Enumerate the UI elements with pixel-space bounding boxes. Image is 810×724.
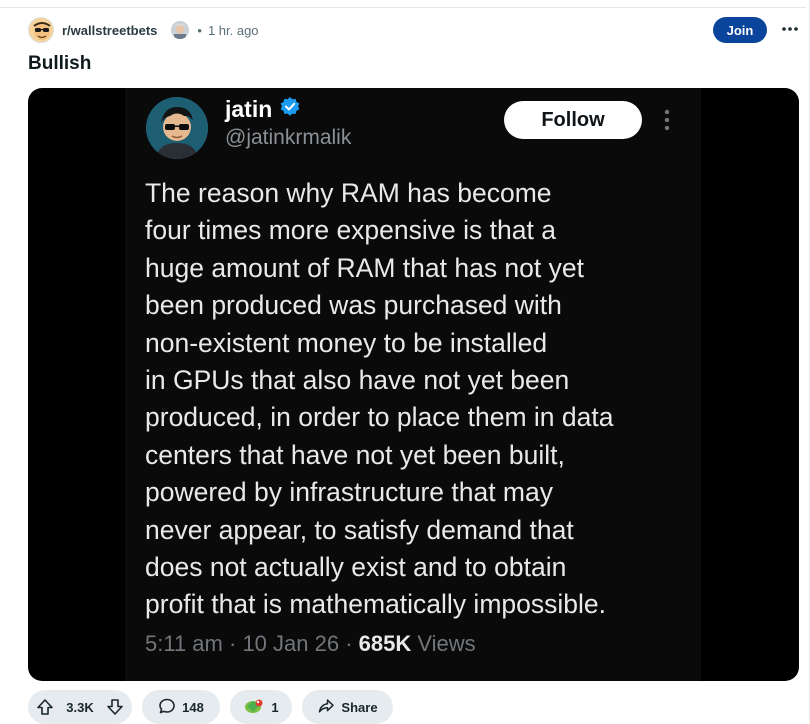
post-action-bar: 3.3K 148 1 Share [28, 690, 393, 724]
tweet-views-count: 685K [358, 631, 412, 656]
vote-control: 3.3K [28, 690, 132, 724]
meta-separator: • [197, 22, 202, 38]
tweet-line: The reason why RAM has become [145, 178, 552, 208]
tweet-avatar [146, 97, 208, 159]
tweet-meta-separator: · [345, 631, 353, 656]
subreddit-avatar[interactable] [28, 17, 54, 43]
share-label: Share [341, 699, 378, 715]
post-media[interactable]: jatin @jatinkrmalik Follow The reason wh… [28, 88, 799, 681]
verified-badge-icon [279, 96, 301, 123]
post-header: r/wallstreetbets • 1 hr. ago [28, 16, 259, 44]
top-divider [0, 7, 806, 8]
vote-count: 3.3K [66, 699, 94, 715]
tweet-meta: 5:11 am · 10 Jan 26 · 685K Views [145, 631, 476, 657]
upvote-icon[interactable] [36, 698, 54, 716]
comment-icon [158, 697, 176, 718]
tweet-line: been produced was purchased with [145, 290, 562, 321]
downvote-icon[interactable] [106, 698, 124, 716]
tweet-line: four times more expensive is that a [145, 215, 556, 246]
subreddit-name[interactable]: r/wallstreetbets [62, 23, 157, 38]
share-icon [317, 697, 335, 718]
join-button[interactable]: Join [713, 17, 767, 43]
tweet-time: 5:11 am [145, 631, 223, 656]
tweet-line: produced, in order to place them in data [145, 402, 614, 433]
tweet-line: huge amount of RAM that has not yet [145, 252, 584, 283]
follow-button: Follow [504, 101, 642, 139]
tweet-line: profit that is mathematically impossible… [145, 589, 606, 620]
more-options-icon[interactable] [779, 16, 801, 42]
tweet-line: never appear, to satisfy demand that [145, 514, 574, 545]
tweet-card: jatin @jatinkrmalik Follow The reason wh… [125, 88, 701, 681]
tweet-meta-separator: · [228, 631, 237, 656]
award-count: 1 [271, 699, 279, 715]
tweet-line: non-existent money to be installed [145, 327, 548, 358]
award-button[interactable]: 1 [230, 690, 292, 724]
award-icon [243, 697, 265, 718]
tweet-author-handle: @jatinkrmalik [225, 126, 352, 149]
comment-count: 148 [182, 699, 204, 715]
poster-avatar[interactable] [171, 21, 190, 39]
tweet-text: The reason why RAM has become four times… [145, 175, 690, 624]
tweet-views-label: Views [417, 631, 476, 656]
tweet-name-row: jatin [225, 96, 301, 123]
post-time: 1 hr. ago [207, 22, 259, 38]
post-title[interactable]: Bullish [28, 53, 91, 75]
tweet-line: does not actually exist and to obtain [145, 552, 567, 583]
tweet-date: 10 Jan 26 [242, 631, 340, 656]
comments-button[interactable]: 148 [142, 690, 220, 724]
tweet-author-name: jatin [225, 96, 273, 122]
tweet-more-icon [660, 108, 674, 134]
tweet-line: powered by infrastructure that may [145, 477, 553, 508]
tweet-line: centers that have not yet been built, [145, 439, 565, 470]
tweet-line: in GPUs that also have not yet been [145, 365, 570, 396]
share-button[interactable]: Share [302, 690, 393, 724]
